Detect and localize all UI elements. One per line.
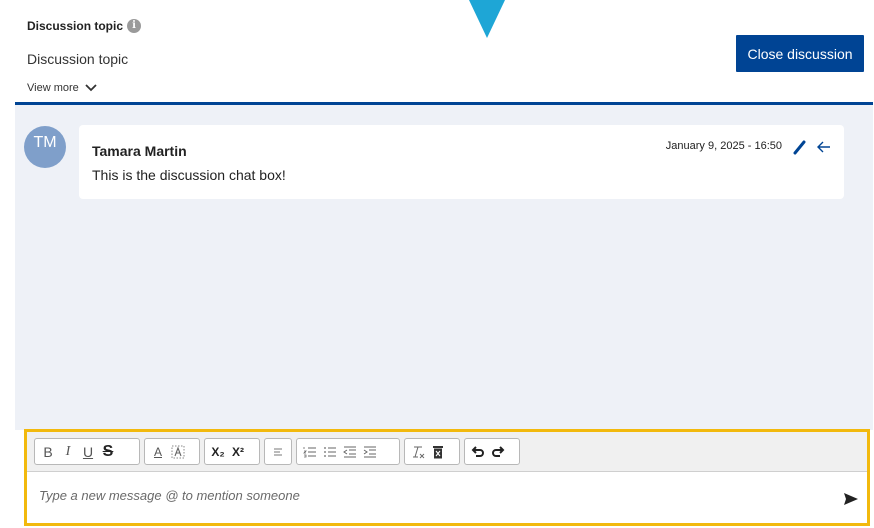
undo-glyph	[471, 445, 484, 457]
delete-glyph	[433, 445, 443, 458]
toolbar-group-color: A	[144, 438, 200, 465]
toolbar-group-script: X₂ X²	[204, 438, 260, 465]
outdent-glyph	[343, 446, 356, 457]
clear-format-glyph	[413, 446, 425, 458]
avatar: TM	[24, 126, 66, 168]
delete-icon[interactable]	[428, 441, 448, 463]
superscript-button[interactable]: X²	[228, 441, 248, 463]
toolbar-group-history	[464, 438, 520, 465]
message-input[interactable]	[39, 488, 819, 503]
discussion-header: Discussion topic i Discussion topic View…	[0, 0, 874, 105]
toolbar-group-align	[264, 438, 292, 465]
highlight-color-glyph	[171, 445, 185, 458]
topic-label-text: Discussion topic	[27, 19, 124, 33]
toolbar-group-clear	[404, 438, 460, 465]
editor-toolbar: B I U S A X₂ X²	[27, 432, 867, 472]
chevron-down-icon	[85, 84, 97, 92]
subscript-button[interactable]: X₂	[208, 441, 228, 463]
topic-label: Discussion topic i	[27, 19, 142, 33]
message-author: Tamara Martin	[92, 143, 187, 159]
redo-icon[interactable]	[488, 441, 508, 463]
message-timestamp: January 9, 2025 - 16:50	[665, 140, 782, 152]
clear-format-icon[interactable]	[408, 441, 428, 463]
undo-icon[interactable]	[468, 441, 488, 463]
view-more-label: View more	[27, 82, 79, 94]
pointer-arrow-icon	[469, 0, 505, 38]
topic-value: Discussion topic	[27, 51, 129, 67]
italic-button[interactable]: I	[58, 441, 78, 463]
message-editor: B I U S A X₂ X²	[24, 429, 870, 526]
bold-button[interactable]: B	[38, 441, 58, 463]
reply-icon[interactable]	[816, 139, 832, 155]
underline-button[interactable]: U	[78, 441, 98, 463]
indent-icon[interactable]	[360, 441, 380, 463]
font-color-button[interactable]: A	[148, 441, 168, 463]
toolbar-group-lists	[296, 438, 400, 465]
ordered-list-glyph	[303, 446, 316, 457]
chat-message: Tamara Martin This is the discussion cha…	[79, 125, 844, 199]
strikethrough-button[interactable]: S	[98, 441, 118, 463]
bullet-list-glyph	[324, 446, 336, 457]
indent-glyph	[363, 446, 376, 457]
chat-messages-area[interactable]: TM Tamara Martin This is the discussion …	[15, 105, 873, 430]
view-more-toggle[interactable]: View more	[27, 82, 97, 94]
bullet-list-icon[interactable]	[320, 441, 340, 463]
outdent-icon[interactable]	[340, 441, 360, 463]
align-glyph	[274, 448, 282, 455]
toolbar-group-text-style: B I U S	[34, 438, 140, 465]
pencil-icon[interactable]	[792, 139, 808, 155]
align-icon[interactable]	[268, 441, 288, 463]
highlight-color-icon[interactable]	[168, 441, 188, 463]
info-icon[interactable]: i	[127, 19, 142, 33]
ordered-list-icon[interactable]	[300, 441, 320, 463]
close-discussion-button[interactable]: Close discussion	[736, 35, 864, 72]
redo-glyph	[492, 445, 505, 457]
message-text: This is the discussion chat box!	[92, 167, 286, 183]
send-icon[interactable]	[843, 492, 859, 506]
